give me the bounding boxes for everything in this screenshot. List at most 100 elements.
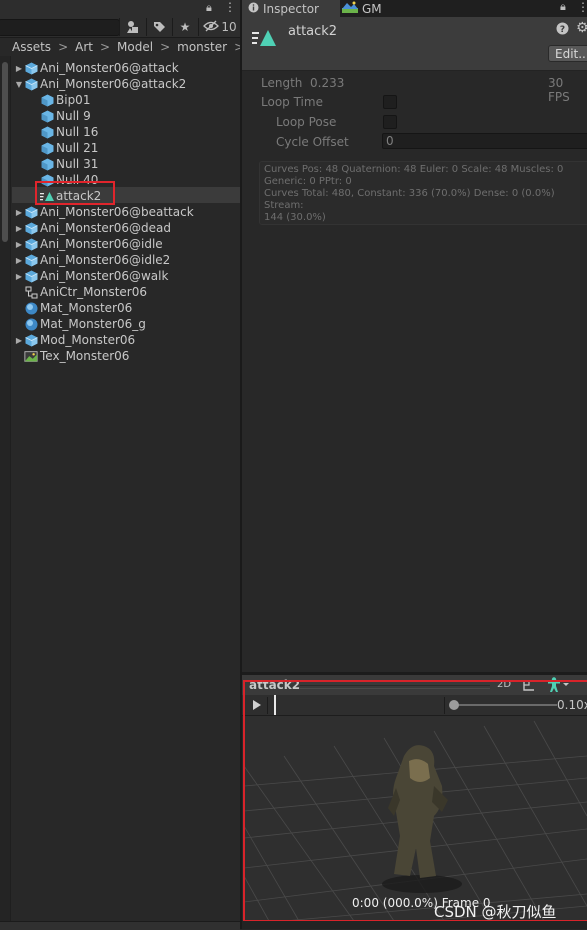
loop-pose-label: Loop Pose — [276, 115, 337, 129]
tree-item-label: Mat_Monster06 — [40, 301, 133, 315]
tree-item[interactable]: ▶ Ani_Monster06@idle — [12, 236, 240, 252]
tree-item[interactable]: Null 9 — [12, 108, 240, 124]
chevron-right-icon: > — [99, 40, 111, 54]
svg-text:?: ? — [560, 25, 565, 35]
breadcrumb-item[interactable]: Art — [75, 40, 93, 54]
search-input[interactable] — [0, 19, 120, 36]
tree-item[interactable]: ▶ Ani_Monster06@dead — [12, 220, 240, 236]
tree-item-label: Ani_Monster06@dead — [40, 221, 171, 235]
tab-gm[interactable]: GM — [336, 0, 388, 17]
tree-item-label: Ani_Monster06@attack — [40, 61, 179, 75]
model-icon — [24, 333, 38, 347]
inspector-title: attack2 — [288, 24, 338, 39]
tree-item-label: Ani_Monster06@beattack — [40, 205, 194, 219]
tree-item-label: Ani_Monster06@idle — [40, 237, 163, 251]
expand-right-icon[interactable]: ▶ — [14, 256, 24, 265]
tree-item[interactable]: Null 16 — [12, 124, 240, 140]
hidden-count: 10 — [221, 20, 237, 34]
clip-info-box: Curves Pos: 48 Quaternion: 48 Euler: 0 S… — [259, 161, 587, 225]
preview-annotation-box — [243, 680, 587, 922]
tree-item[interactable]: ▶ Ani_Monster06@beattack — [12, 204, 240, 220]
settings-gear-icon[interactable]: ⚙ — [576, 20, 587, 36]
tree-item[interactable]: Mat_Monster06_g — [12, 316, 240, 332]
breadcrumb-item[interactable]: Assets — [12, 40, 51, 54]
eye-slash-icon — [203, 20, 220, 35]
tree-item-label: Null 16 — [56, 125, 99, 139]
tree-item[interactable]: ▶ Mod_Monster06 — [12, 332, 240, 348]
animator-controller-icon — [24, 285, 38, 299]
expand-right-icon[interactable]: ▶ — [14, 224, 24, 233]
toolbar-separator — [119, 18, 120, 36]
fps-value: 30 FPS — [548, 76, 570, 104]
tree-item[interactable]: Bip01 — [12, 92, 240, 108]
tree-item-label: Ani_Monster06@attack2 — [40, 77, 187, 91]
expand-down-icon[interactable]: ▼ — [14, 80, 24, 89]
tree-item-label: Null 9 — [56, 109, 91, 123]
chevron-right-icon: > — [160, 40, 171, 54]
breadcrumb: Assets > Art > Model > monster > Mo — [12, 38, 240, 56]
cube-icon — [40, 93, 54, 107]
project-tree: ▶ Ani_Monster06@attack ▼ Ani_Monster06@atta… — [12, 60, 240, 364]
tree-item[interactable]: ▼ Ani_Monster06@attack2 — [12, 76, 240, 92]
model-icon — [24, 61, 38, 75]
length-value: 0.233 — [310, 76, 345, 90]
expand-right-icon[interactable]: ▶ — [14, 336, 24, 345]
cube-icon — [40, 141, 54, 155]
hidden-packages-button[interactable]: 10 — [200, 18, 240, 36]
loop-time-checkbox[interactable] — [383, 95, 397, 109]
texture-icon — [24, 349, 38, 363]
breadcrumb-item[interactable]: Model — [117, 40, 153, 54]
watermark-text: CSDN @秋刀似鱼 — [434, 903, 557, 921]
model-icon — [24, 205, 38, 219]
label-tag-icon[interactable] — [148, 18, 170, 36]
kebab-menu-icon[interactable]: ⋮ — [224, 0, 236, 14]
lock-icon[interactable]: 🔒︎ — [560, 0, 566, 14]
tree-item[interactable]: Null 31 — [12, 156, 240, 172]
toolbar-separator — [146, 18, 147, 36]
tree-item-label: Ani_Monster06@idle2 — [40, 253, 171, 267]
info-icon — [248, 2, 259, 16]
tree-item[interactable]: ▶ Ani_Monster06@attack — [12, 60, 240, 76]
tree-item[interactable]: Mat_Monster06 — [12, 300, 240, 316]
toolbar-separator — [198, 18, 199, 36]
toolbar-separator — [172, 18, 173, 36]
cube-icon — [40, 125, 54, 139]
expand-right-icon[interactable]: ▶ — [14, 64, 24, 73]
tree-item-label: Mod_Monster06 — [40, 333, 136, 347]
tab-label: Inspector — [263, 1, 319, 16]
project-tab-strip: 🔒︎ ⋮ — [0, 0, 240, 18]
cycle-offset-label: Cycle Offset — [276, 135, 349, 149]
lock-icon[interactable]: 🔒︎ — [206, 1, 212, 15]
selection-annotation-box — [35, 181, 115, 205]
model-icon — [24, 221, 38, 235]
favorite-star-icon[interactable]: ★ — [174, 18, 196, 36]
tree-item-label: AniCtr_Monster06 — [40, 285, 148, 299]
tree-item-label: Mat_Monster06_g — [40, 317, 146, 331]
loop-time-label: Loop Time — [261, 95, 323, 109]
tab-inspector[interactable]: Inspector — [242, 0, 340, 17]
tree-item-label: Null 31 — [56, 157, 99, 171]
tree-item[interactable]: AniCtr_Monster06 — [12, 284, 240, 300]
tree-item[interactable]: Null 21 — [12, 140, 240, 156]
terrain-icon — [342, 1, 358, 16]
kebab-menu-icon[interactable]: ⋮ — [577, 0, 587, 14]
expand-right-icon[interactable]: ▶ — [14, 272, 24, 281]
expand-right-icon[interactable]: ▶ — [14, 208, 24, 217]
scrollbar-thumb[interactable] — [2, 62, 8, 242]
cube-icon — [40, 109, 54, 123]
pane-divider[interactable] — [240, 0, 242, 929]
create-filter-icon[interactable] — [122, 18, 144, 36]
cube-icon — [40, 157, 54, 171]
model-icon — [24, 237, 38, 251]
help-icon[interactable]: ? — [556, 22, 569, 38]
loop-pose-checkbox[interactable] — [383, 115, 397, 129]
tree-item[interactable]: ▶ Ani_Monster06@walk — [12, 268, 240, 284]
breadcrumb-item[interactable]: monster — [177, 40, 227, 54]
material-icon — [24, 317, 38, 331]
tree-item[interactable]: ▶ Ani_Monster06@idle2 — [12, 252, 240, 268]
animation-clip-icon — [252, 26, 276, 51]
expand-right-icon[interactable]: ▶ — [14, 240, 24, 249]
edit-button[interactable]: Edit... — [548, 45, 587, 62]
cycle-offset-field[interactable]: 0 — [382, 133, 587, 149]
tree-item[interactable]: Tex_Monster06 — [12, 348, 240, 364]
